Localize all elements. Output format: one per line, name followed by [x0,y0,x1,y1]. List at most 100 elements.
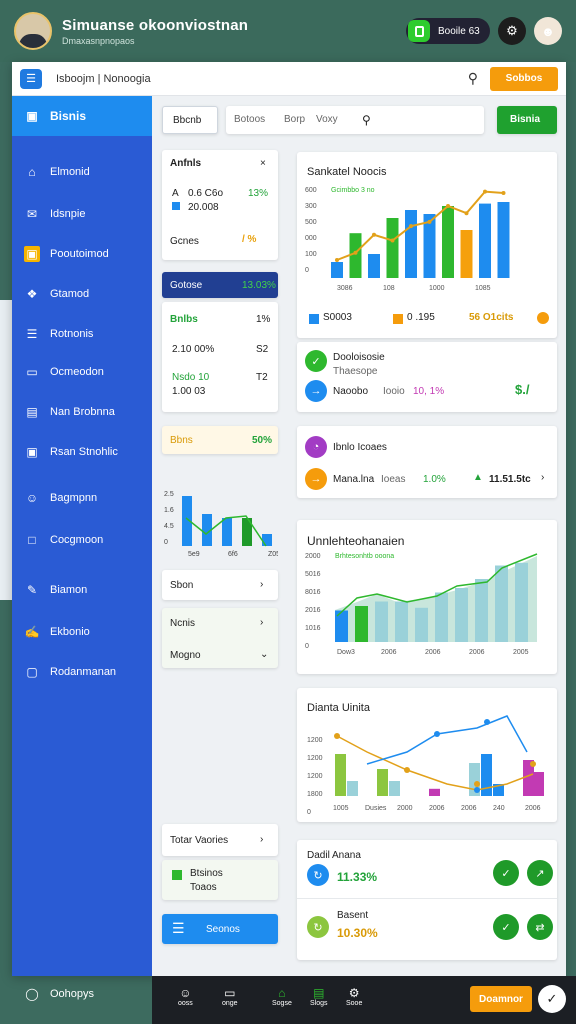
x-tick-label: 2006 [525,805,541,812]
card-title: Anfnls [170,158,202,169]
kpi-title: Dadil Anana [307,850,361,861]
mode-toggle[interactable]: Booile 63 [406,18,490,44]
bottom-nav-label: ooss [178,1000,193,1007]
menu-button-label: Seonos [206,924,240,935]
sidebar-item-8[interactable]: ▣ Rsan Stnohlic [12,438,152,466]
app-logo-icon[interactable]: ☰ [20,68,42,89]
sidebar-item-label: Bisnis [50,109,87,123]
y-tick-label: 1200 [307,755,323,762]
bar [368,254,380,278]
green-action-button[interactable]: Bisnia [497,106,557,134]
search-icon[interactable]: ⚲ [362,113,371,127]
search-icon[interactable]: ⚲ [468,70,478,87]
sidebar-item-label: Rodanmanan [50,666,117,678]
units-chart: 1200 1200 1200 1800 0 1005 Dusies 2000 2006 2006 2… [307,715,544,816]
x-tick-label: 2006 [469,649,485,656]
y-tick-label: 1200 [307,737,323,744]
sync-icon: ↻ [307,864,329,886]
pie-icon: ◔ [305,436,327,458]
bottom-nav-label: onge [222,1000,238,1007]
line-point [484,719,490,725]
x-tick-label: 240 [493,805,505,812]
sidebar-item-6[interactable]: ▭ Ocmeodon [12,358,152,386]
menu-button[interactable]: ☰ Seonos [162,914,278,944]
menu-icon: ☰ [172,920,185,936]
chevron-right-icon[interactable]: › [260,617,263,628]
sidebar-item-label: Idsnpie [50,208,86,220]
bottom-nav-item[interactable]: ▭ onge [222,986,238,1007]
sidebar-item-label: Nan Brobnna [50,406,115,418]
chevron-down-icon[interactable]: ⌄ [260,649,268,660]
bottom-nav-item[interactable]: ⚙ Sooe [346,986,362,1007]
shield-icon: ❖ [26,287,38,301]
y-tick-label: 1200 [307,773,323,780]
list-item-label[interactable]: Ncnis [170,618,195,629]
sidebar-item-7[interactable]: ▤ Nan Brobnna [12,398,152,426]
selected-item[interactable]: Btsinos Toaos [162,860,278,900]
avatar[interactable] [14,12,52,50]
expand-icon[interactable]: ↗ [527,860,553,886]
close-icon[interactable]: × [260,158,266,169]
sidebar-item-10[interactable]: □ Cocgmoon [12,526,152,554]
line-series-1 [336,735,534,791]
list-item-footer[interactable]: Totar Vaories › [162,824,278,856]
window-icon: ▭ [224,986,236,1000]
bottom-nav-item[interactable]: ☺ ooss [178,986,193,1007]
y-tick-label: 300 [305,203,317,210]
filter-dropdown[interactable]: Voxy [316,114,338,125]
bar [395,601,408,642]
bottom-nav-item[interactable]: ▤ Slogs [310,986,328,1007]
line-point [372,232,376,237]
bottom-cta-button[interactable]: Doamnor [470,986,532,1012]
sidebar-item-11[interactable]: ✎ Biamon [12,576,152,604]
line-point [464,211,469,216]
y-tick-label: 500 [305,219,317,226]
metric-label: Gcnes [170,236,199,247]
app-subtitle: Dmaxasnpnopaos [62,35,135,46]
sidebar-item-13[interactable]: ▢ Rodanmanan [12,658,152,686]
sidebar-item-1[interactable]: ⌂ Elmonid [12,158,152,186]
notification-icon[interactable]: ⚙ [498,17,526,45]
sidebar-item-5[interactable]: ☰ Rotnonis [12,320,152,348]
sidebar-item-2[interactable]: ✉ Idsnpie [12,200,152,228]
sidebar-item-label: Pooutoimod [50,248,109,260]
list-item-label[interactable]: Mogno [170,650,201,661]
sidebar-item-label: Bagmpnn [50,492,98,504]
metric-value: 2.10 00% [172,344,215,355]
check-icon[interactable]: ✓ [493,860,519,886]
shuffle-icon[interactable]: ⇄ [527,914,553,940]
x-tick-label: 2006 [425,649,441,656]
metric-value: T2 [256,372,268,383]
sidebar-item-bottom[interactable]: ◯ Oohopys [12,980,152,1008]
header-action-button[interactable]: Sobbos [490,66,558,91]
filter-bar[interactable]: Botoos Borp Voxy ⚲ [226,106,484,134]
chevron-right-icon[interactable]: › [541,472,544,483]
checkbox-icon[interactable] [172,870,182,880]
units-chart-card: Dianta Uinita 1200 1200 1200 1800 0 1005 Dusie… [297,688,557,822]
sidebar-item-3[interactable]: ▣ Pooutoimod [12,240,152,268]
clip-icon: ✉ [26,207,38,221]
profile-icon[interactable]: ☻ [534,17,562,45]
line-series-2 [366,715,528,765]
x-tick-label: Dow3 [337,649,355,656]
metric-value: S2 [256,344,269,355]
sidebar-item-12[interactable]: ✍ Ekbonio [12,618,152,646]
bottom-nav-item[interactable]: ⌂ Sogse [272,986,292,1007]
bar [515,562,528,642]
check-icon[interactable]: ✓ [493,914,519,940]
bar [355,606,368,642]
filter-label: Borp [284,114,306,125]
bar [479,203,491,278]
x-tick-label: Dusies [365,805,387,812]
line-point [353,250,358,255]
sidebar-item-active[interactable]: ▣ Bisnis [12,96,152,136]
info-title: Ibnlo Icoaes [333,442,387,453]
sidebar-item-4[interactable]: ❖ Gtamod [12,280,152,308]
toolbar-button[interactable]: Bbcnb [162,106,218,134]
list-item-1[interactable]: Sbon › [162,570,278,600]
bar [429,788,440,796]
sidebar-item-9[interactable]: ☺ Bagmpnn [12,484,152,512]
info-card-1: ✓ Dooloisosie Thaesope → Naoobo Iooio 10… [297,342,557,412]
status-bar: Gotose 13.03% [162,272,278,298]
add-icon[interactable]: ✓ [538,985,566,1013]
